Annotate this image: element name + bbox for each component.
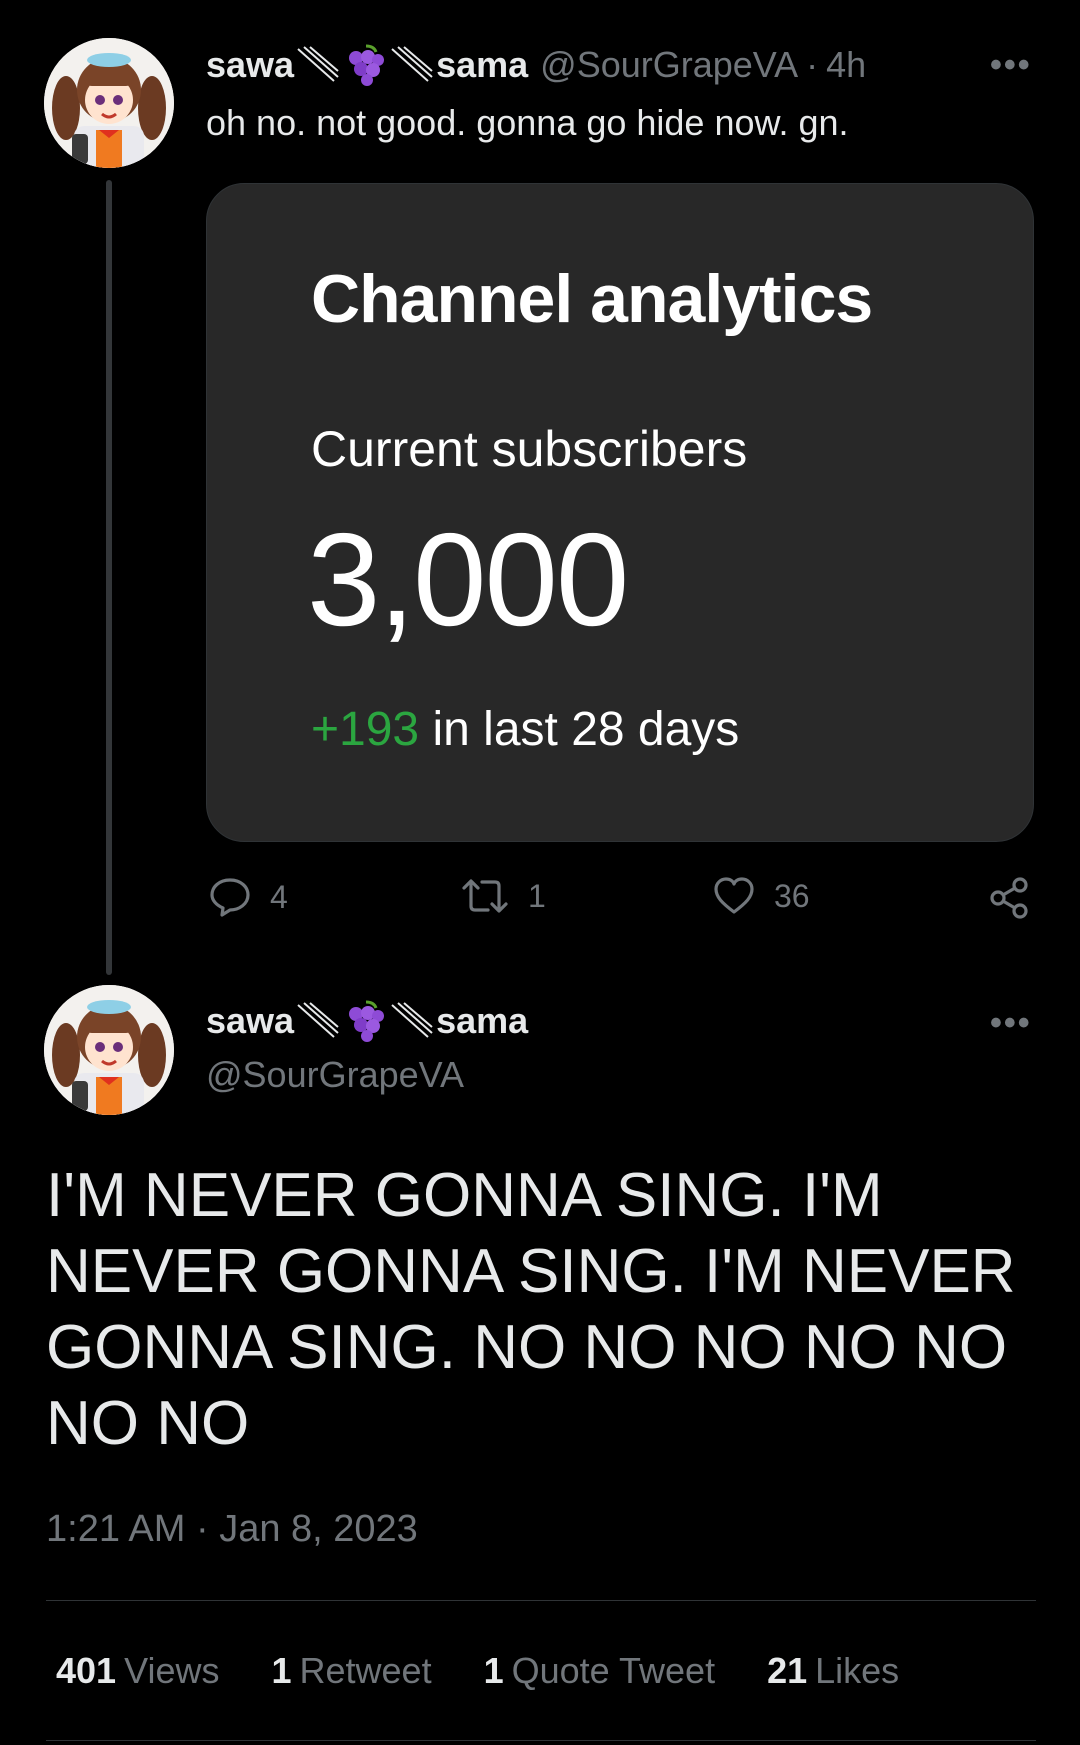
likes-label: Likes bbox=[815, 1650, 900, 1691]
subscriber-delta: +193 in last 28 days bbox=[311, 702, 739, 757]
likes-count: 21 bbox=[767, 1650, 808, 1691]
retweet-button[interactable]: 1 bbox=[460, 876, 546, 916]
separator-dot: · bbox=[806, 44, 819, 85]
reply-count: 4 bbox=[270, 878, 288, 915]
quote-tweets-stat[interactable]: 1 Quote Tweet bbox=[484, 1650, 716, 1692]
divider bbox=[46, 1600, 1036, 1601]
likes-stat[interactable]: 21 Likes bbox=[767, 1650, 899, 1692]
tweet1-header: sawa sama @SourGrapeVA · 4h bbox=[206, 44, 866, 86]
subscriber-count: 3,000 bbox=[307, 506, 629, 653]
quote-tweets-label: Quote Tweet bbox=[511, 1650, 716, 1691]
retweets-count: 1 bbox=[271, 1650, 292, 1691]
display-name-left: sawa bbox=[206, 44, 295, 85]
display-name[interactable]: sawa sama bbox=[206, 44, 528, 86]
grape-emoji-icon bbox=[349, 44, 385, 86]
retweets-stat[interactable]: 1 Retweet bbox=[271, 1650, 431, 1692]
display-name-right: sama bbox=[436, 44, 529, 85]
slash-decoration-icon bbox=[297, 1002, 339, 1038]
views-label: Views bbox=[124, 1650, 220, 1691]
like-button[interactable]: 36 bbox=[712, 876, 810, 916]
user-handle[interactable]: @SourGrapeVA bbox=[540, 44, 798, 86]
divider bbox=[46, 1740, 1036, 1741]
more-options-button[interactable]: ••• bbox=[990, 46, 1032, 85]
retweet-icon bbox=[462, 879, 508, 913]
views-count: 401 bbox=[56, 1650, 117, 1691]
retweets-label: Retweet bbox=[299, 1650, 432, 1691]
slash-decoration-icon bbox=[391, 1002, 433, 1038]
tweet2-text: I'M NEVER GONNA SING. I'M NEVER GONNA SI… bbox=[46, 1161, 1016, 1458]
retweet-count: 1 bbox=[528, 877, 546, 914]
display-name-left: sawa bbox=[206, 1000, 295, 1041]
tweet-timestamp[interactable]: 1:21 AM · Jan 8, 2023 bbox=[46, 1508, 418, 1551]
reply-icon bbox=[210, 878, 250, 917]
display-name[interactable]: sawa sama bbox=[206, 1000, 528, 1042]
share-icon bbox=[990, 877, 1028, 919]
avatar-illustration bbox=[44, 985, 174, 1115]
tweet-media-image[interactable]: Channel analytics Current subscribers 3,… bbox=[206, 183, 1034, 842]
avatar[interactable] bbox=[44, 985, 174, 1115]
like-icon bbox=[714, 877, 754, 914]
avatar-illustration bbox=[44, 38, 174, 168]
delta-value: +193 bbox=[311, 703, 420, 756]
user-handle[interactable]: @SourGrapeVA bbox=[206, 1054, 464, 1096]
delta-suffix: in last 28 days bbox=[419, 703, 740, 756]
views-stat[interactable]: 401 Views bbox=[56, 1650, 219, 1692]
display-name-right: sama bbox=[436, 1000, 529, 1041]
tweet-stats: 401 Views 1 Retweet 1 Quote Tweet 21 Likes bbox=[56, 1650, 951, 1692]
more-options-button[interactable]: ••• bbox=[990, 1004, 1032, 1043]
slash-decoration-icon bbox=[297, 46, 339, 82]
thread-connector-line bbox=[106, 180, 112, 975]
analytics-title: Channel analytics bbox=[311, 261, 873, 337]
reply-button[interactable]: 4 bbox=[208, 876, 288, 918]
slash-decoration-icon bbox=[391, 46, 433, 82]
tweet-time[interactable]: 4h bbox=[826, 44, 866, 86]
quote-tweets-count: 1 bbox=[483, 1650, 504, 1691]
share-button[interactable] bbox=[988, 876, 1032, 925]
tweet1-text: oh no. not good. gonna go hide now. gn. bbox=[206, 102, 849, 143]
grape-emoji-icon bbox=[349, 1000, 385, 1042]
like-count: 36 bbox=[774, 877, 810, 914]
analytics-subtitle: Current subscribers bbox=[311, 421, 748, 477]
avatar[interactable] bbox=[44, 38, 174, 168]
